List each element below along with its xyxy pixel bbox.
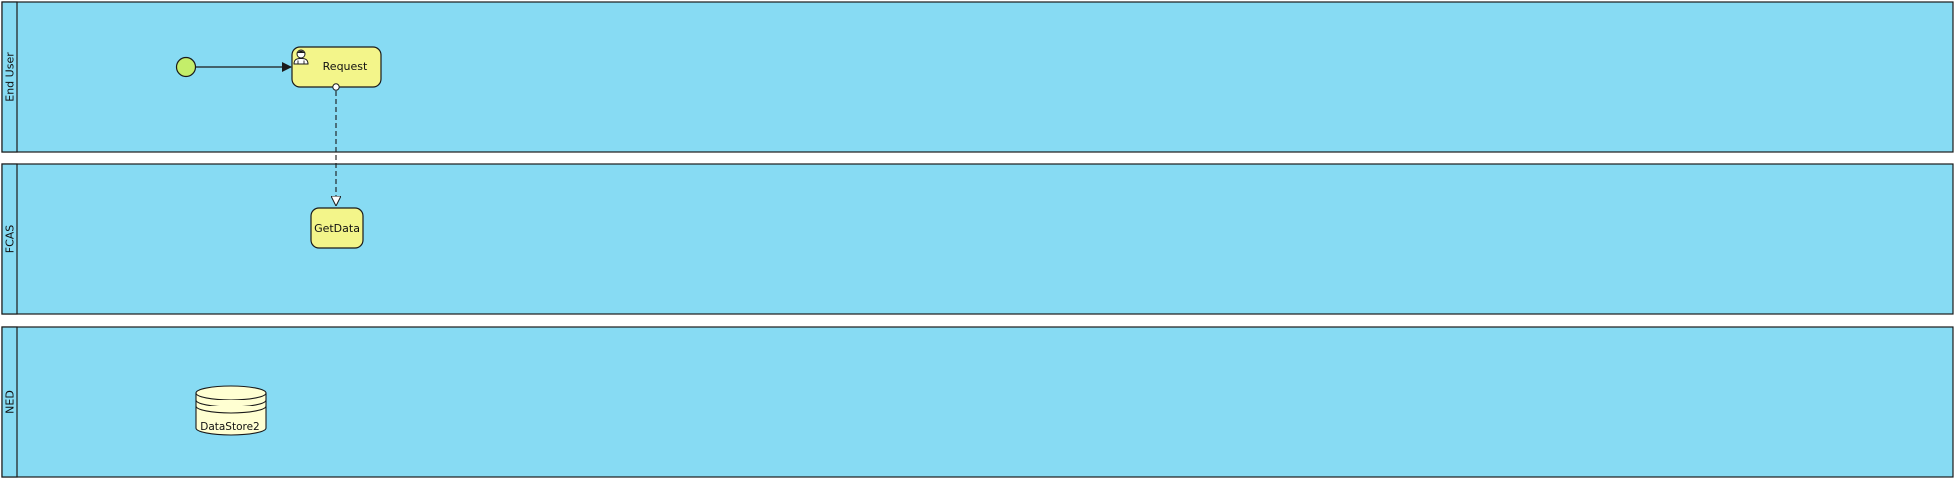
lane-label-ned: NED xyxy=(4,390,17,414)
bpmn-diagram: End User FCAS NED Request GetData DataSt… xyxy=(1,1,1954,478)
task-label-request: Request xyxy=(323,60,368,73)
lane-label-end-user: End User xyxy=(4,52,17,102)
start-event[interactable] xyxy=(175,56,197,78)
lane-fcas[interactable]: FCAS xyxy=(1,163,1954,315)
lane-label-fcas: FCAS xyxy=(4,225,17,254)
task-label-getdata: GetData xyxy=(314,222,360,235)
lane-ned[interactable]: NED xyxy=(1,326,1954,478)
task-request[interactable]: Request xyxy=(291,46,382,88)
data-store-label: DataStore2 xyxy=(200,421,260,433)
data-store[interactable]: DataStore2 xyxy=(195,385,267,436)
task-getdata[interactable]: GetData xyxy=(310,207,364,249)
